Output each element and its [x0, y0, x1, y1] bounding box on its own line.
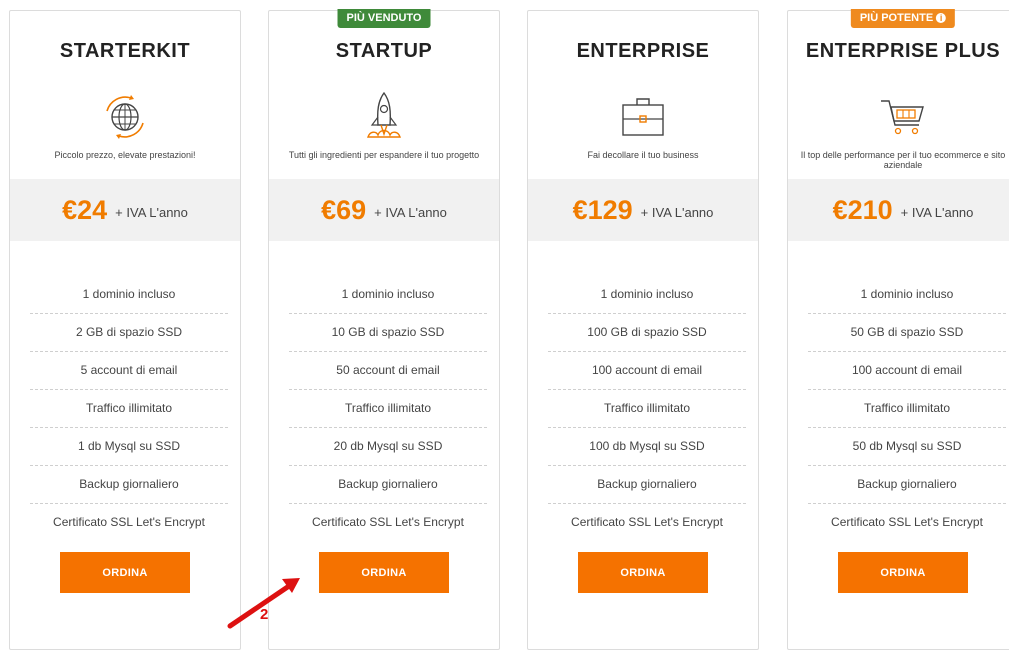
info-icon[interactable]: i [936, 13, 947, 23]
price-suffix: + IVA L'anno [115, 204, 188, 220]
list-item: Traffico illimitato [30, 390, 228, 428]
list-item: 1 dominio incluso [289, 276, 487, 314]
list-item: Certificato SSL Let's Encrypt [571, 515, 723, 529]
order-button-startup[interactable]: ORDINA [319, 552, 449, 593]
list-item: 50 GB di spazio SSD [808, 314, 1006, 352]
plan-tagline: Tutti gli ingredienti per espandere il t… [288, 150, 480, 160]
list-item: 2 GB di spazio SSD [30, 314, 228, 352]
feature-list: 1 dominio incluso 100 GB di spazio SSD 1… [548, 276, 746, 541]
list-item: 50 account di email [289, 352, 487, 390]
list-item: 100 GB di spazio SSD [548, 314, 746, 352]
best-seller-badge: PIÙ VENDUTO [337, 9, 431, 28]
shopping-cart-icon [881, 100, 924, 135]
list-item: 1 dominio incluso [548, 276, 746, 314]
price-box: €129 + IVA L'anno [528, 179, 758, 241]
list-item: 10 GB di spazio SSD [289, 314, 487, 352]
most-powerful-badge: PIÙ POTENTE i [850, 9, 956, 28]
rocket-icon [367, 91, 401, 138]
list-item: Certificato SSL Let's Encrypt [312, 515, 464, 529]
plan-price: €24 [62, 194, 108, 225]
briefcase-icon [622, 98, 664, 136]
price-suffix: + IVA L'anno [640, 204, 714, 220]
price-suffix: + IVA L'anno [374, 204, 447, 220]
list-item: 1 dominio incluso [808, 276, 1006, 314]
plan-tagline: Piccolo prezzo, elevate prestazioni! [54, 150, 196, 160]
list-item: Traffico illimitato [808, 390, 1006, 428]
list-item: 1 dominio incluso [30, 276, 228, 314]
list-item: Certificato SSL Let's Encrypt [53, 515, 205, 529]
list-item: 5 account di email [30, 352, 228, 390]
list-item: 1 db Mysql su SSD [30, 428, 228, 466]
plan-title: STARTERKIT [59, 40, 191, 62]
list-item: Traffico illimitato [289, 390, 487, 428]
list-item: Backup giornaliero [808, 466, 1006, 504]
feature-list: 1 dominio incluso 2 GB di spazio SSD 5 a… [30, 276, 228, 541]
globe-icon [106, 95, 144, 139]
list-item: Certificato SSL Let's Encrypt [831, 515, 983, 529]
plan-title: ENTERPRISE [576, 40, 710, 62]
plan-title: ENTERPRISE PLUS [805, 40, 1001, 62]
feature-list: 1 dominio incluso 10 GB di spazio SSD 50… [289, 276, 487, 541]
list-item: Traffico illimitato [548, 390, 746, 428]
list-item: 50 db Mysql su SSD [808, 428, 1006, 466]
plan-card-enterprise: ENTERPRISE Fai decollare il tuo business… [527, 10, 759, 650]
price-box: €24 + IVA L'anno [10, 179, 240, 241]
plan-price: €129 [572, 194, 633, 225]
list-item: 20 db Mysql su SSD [289, 428, 487, 466]
order-button-enterprise[interactable]: ORDINA [578, 552, 708, 593]
plan-price: €69 [321, 194, 367, 225]
badge-label: PIÙ POTENTE [859, 12, 934, 24]
price-box: €69 + IVA L'anno [269, 179, 499, 241]
list-item: Backup giornaliero [289, 466, 487, 504]
plan-card-enterprise-plus: PIÙ POTENTE i ENTERPRISE PLUS Il top dell… [787, 9, 1009, 650]
order-button-starterkit[interactable]: ORDINA [60, 552, 190, 593]
plan-tagline: Fai decollare il tuo business [587, 150, 699, 160]
plan-price: €210 [832, 194, 893, 225]
list-item: 100 account di email [808, 352, 1006, 390]
plan-card-startup: PIÙ VENDUTO STARTUP Tutti gli ingredient… [268, 9, 500, 650]
plan-title: STARTUP [335, 40, 433, 62]
order-button-enterprise-plus[interactable]: ORDINA [838, 552, 968, 593]
list-item: 100 db Mysql su SSD [548, 428, 746, 466]
list-item: 100 account di email [548, 352, 746, 390]
price-box: €210 + IVA L'anno [788, 179, 1009, 241]
feature-list: 1 dominio incluso 50 GB di spazio SSD 10… [808, 276, 1006, 541]
price-suffix: + IVA L'anno [900, 204, 974, 220]
list-item: Backup giornaliero [548, 466, 746, 504]
list-item: Backup giornaliero [30, 466, 228, 504]
annotation-arrow-icon [227, 578, 300, 629]
plan-card-starterkit: STARTERKIT Piccolo prezzo, elevate prest… [9, 10, 241, 650]
plan-tagline: Il top delle performance per il tuo ecom… [800, 150, 1006, 170]
annotation-number: 2 [260, 606, 269, 623]
